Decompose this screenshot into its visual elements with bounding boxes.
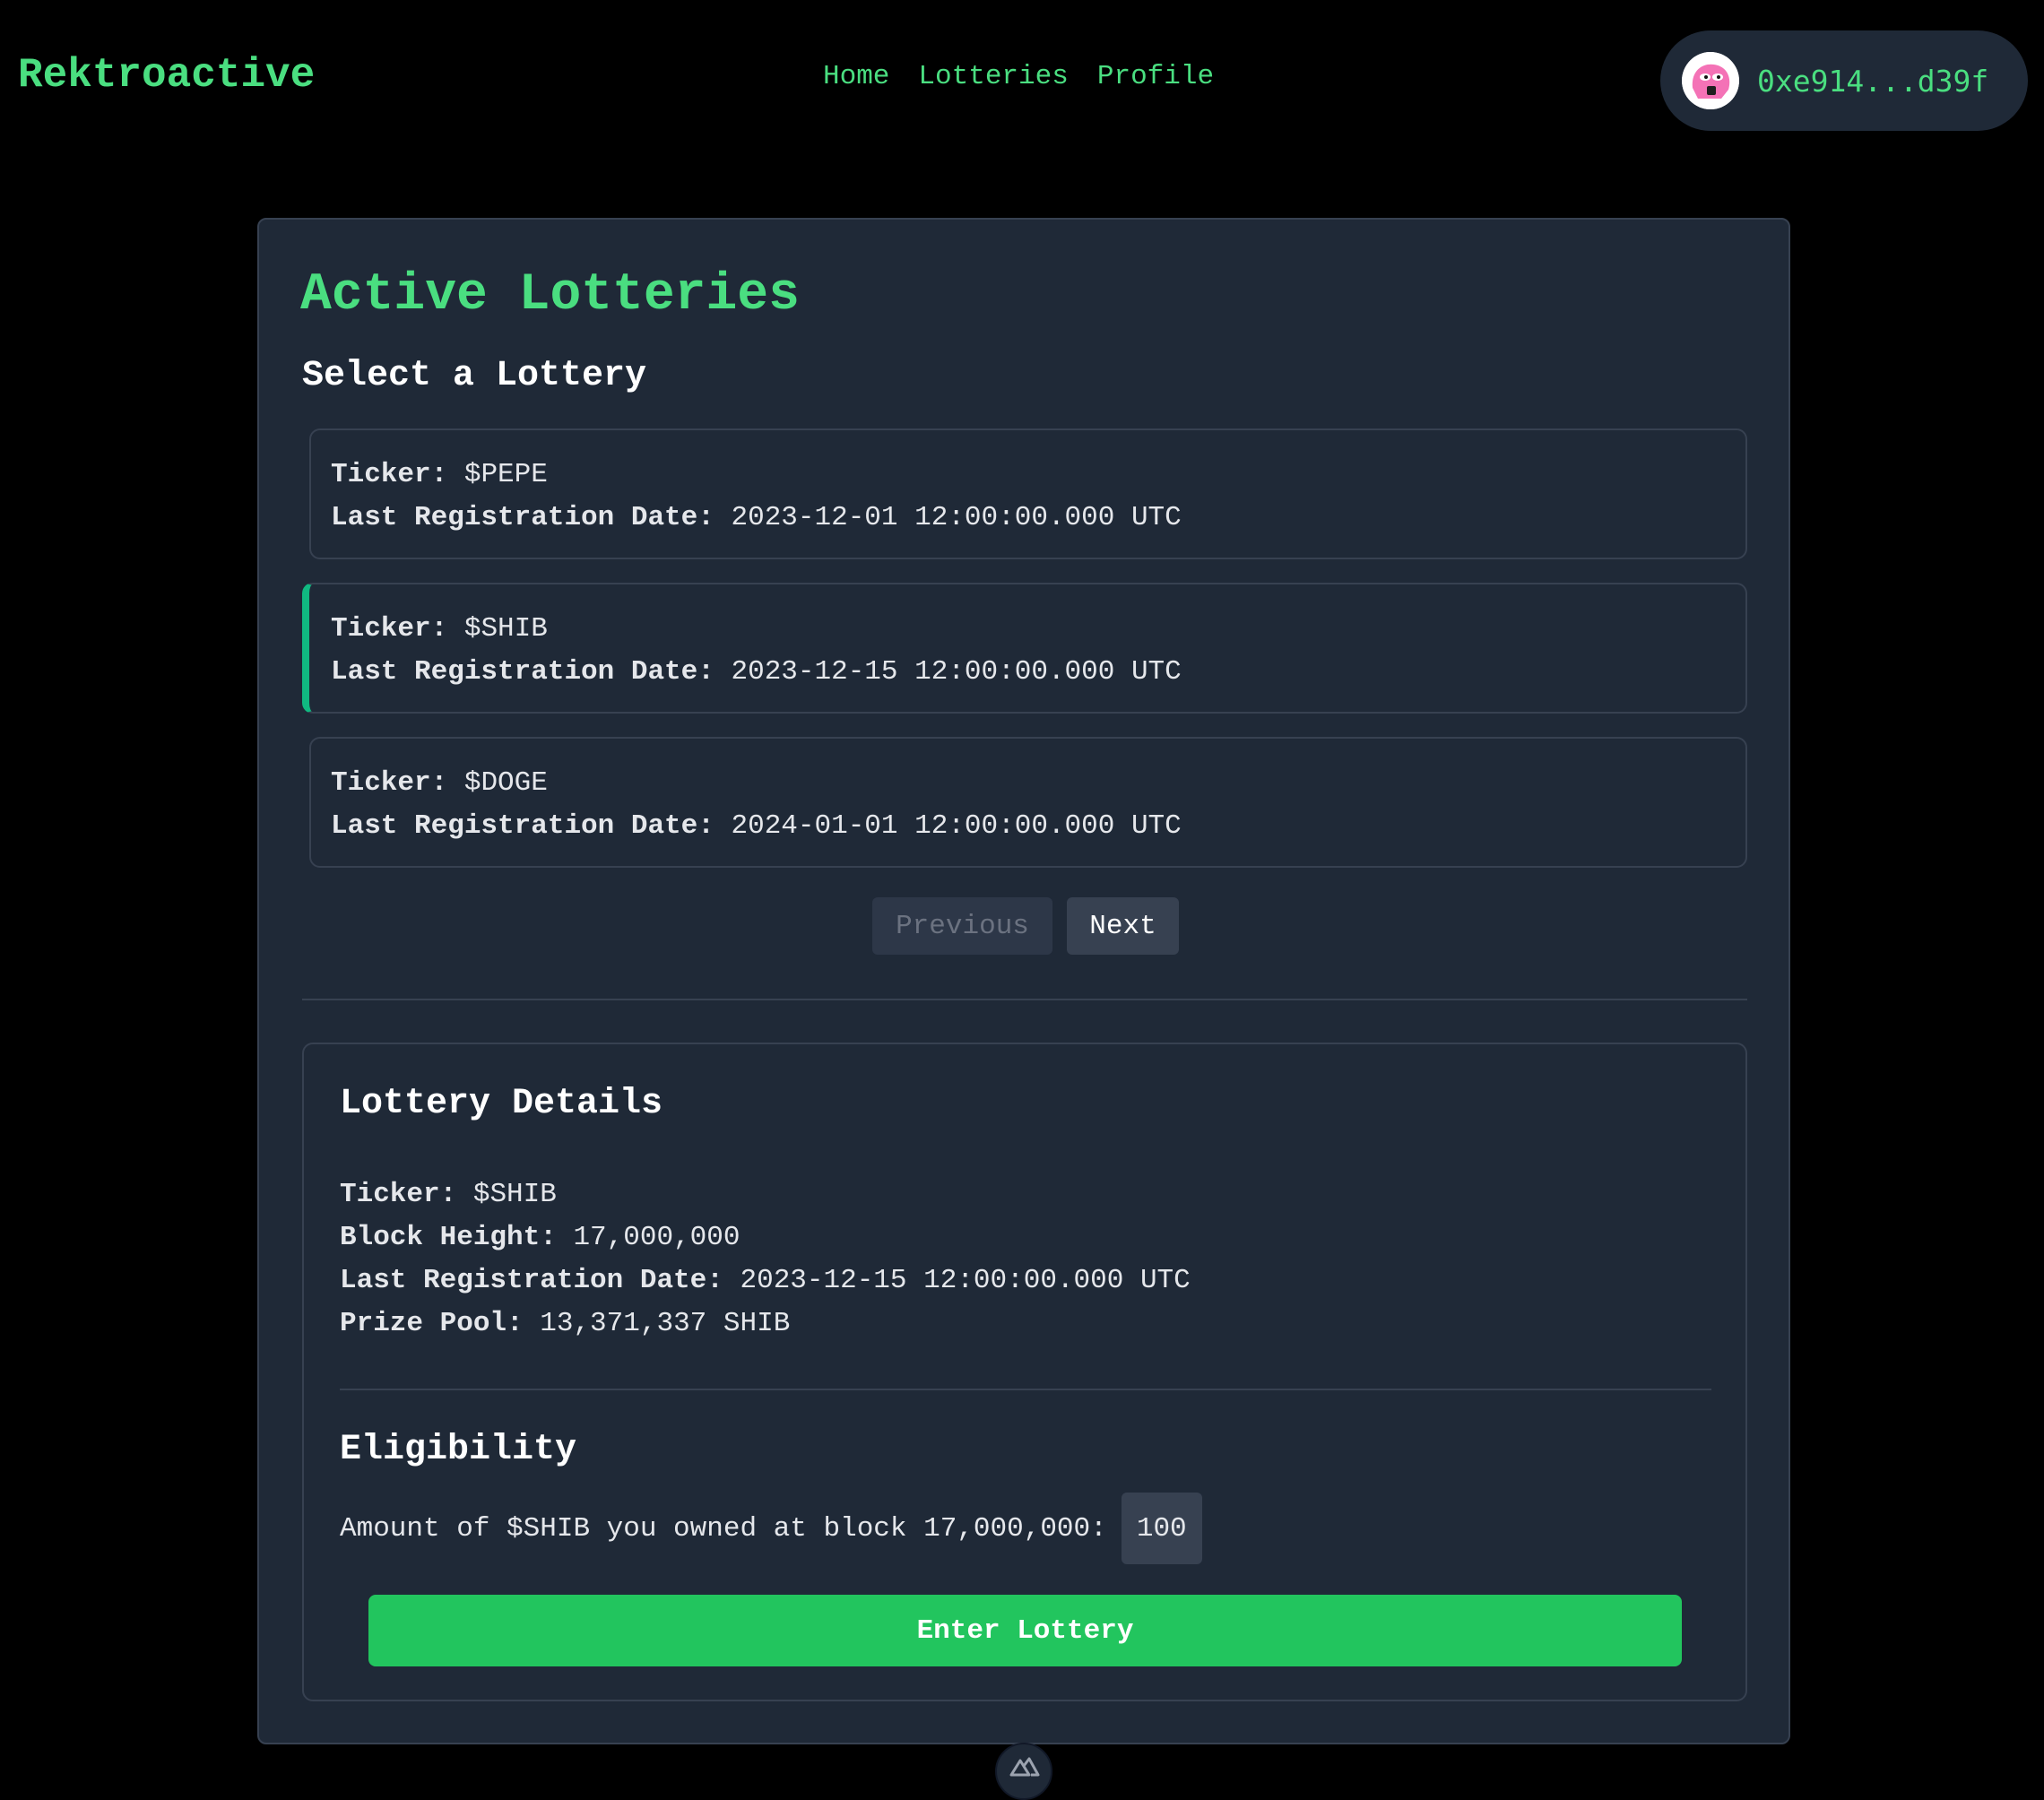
date-label: Last Registration Date: (331, 810, 715, 842)
lottery-item-doge[interactable]: Ticker: $DOGE Last Registration Date: 20… (309, 737, 1747, 868)
lottery-item-shib[interactable]: Ticker: $SHIB Last Registration Date: 20… (302, 583, 1747, 714)
lottery-item-pepe[interactable]: Ticker: $PEPE Last Registration Date: 20… (309, 428, 1747, 559)
eligibility-text: Amount of $SHIB you owned at block 17,00… (340, 1512, 1107, 1545)
details-list: Ticker: $SHIB Block Height: 17,000,000 L… (340, 1173, 1191, 1346)
nav-lotteries[interactable]: Lotteries (918, 61, 1068, 92)
date-value: 2023-12-01 12:00:00.000 UTC (731, 502, 1182, 533)
wallet-button[interactable]: 0xe914...d39f (1660, 30, 2028, 131)
date-label: Last Registration Date: (331, 502, 715, 533)
date-value: 2023-12-15 12:00:00.000 UTC (731, 656, 1182, 688)
pagination: Previous Next (872, 897, 1179, 955)
next-button[interactable]: Next (1067, 897, 1179, 955)
details-title: Lottery Details (340, 1084, 663, 1124)
previous-button[interactable]: Previous (872, 897, 1052, 955)
detail-date-value: 2023-12-15 12:00:00.000 UTC (740, 1265, 1191, 1296)
eligibility-amount: 100 (1121, 1493, 1202, 1564)
ticker-value: $SHIB (463, 613, 548, 645)
detail-ticker-label: Ticker: (340, 1179, 457, 1210)
select-lottery-title: Select a Lottery (302, 356, 647, 396)
date-value: 2024-01-01 12:00:00.000 UTC (731, 810, 1182, 842)
ticker-value: $DOGE (463, 767, 548, 799)
wallet-address: 0xe914...d39f (1757, 63, 1989, 99)
date-label: Last Registration Date: (331, 656, 715, 688)
page-title: Active Lotteries (300, 266, 800, 325)
details-divider (340, 1389, 1711, 1390)
lotteries-card: Active Lotteries Select a Lottery Ticker… (257, 218, 1790, 1744)
logo[interactable]: Rektroactive (18, 52, 315, 99)
pepe-avatar-icon (1682, 52, 1739, 109)
lottery-details-panel: Lottery Details Ticker: $SHIB Block Heig… (302, 1043, 1747, 1701)
ticker-label: Ticker: (331, 613, 448, 645)
detail-prize-value: 13,371,337 SHIB (540, 1308, 791, 1339)
ticker-label: Ticker: (331, 459, 448, 490)
eligibility-title: Eligibility (340, 1430, 577, 1470)
header: Rektroactive Home Lotteries Profile 0xe9… (0, 0, 2044, 161)
eligibility-row: Amount of $SHIB you owned at block 17,00… (340, 1493, 1202, 1564)
ticker-label: Ticker: (331, 767, 448, 799)
detail-ticker-value: $SHIB (472, 1179, 557, 1210)
ticker-value: $PEPE (463, 459, 548, 490)
detail-prize-label: Prize Pool: (340, 1308, 524, 1339)
nuxt-devtools-icon[interactable] (995, 1743, 1052, 1800)
detail-block-label: Block Height: (340, 1222, 557, 1253)
nav-profile[interactable]: Profile (1097, 61, 1214, 92)
divider (302, 999, 1747, 1000)
main-nav: Home Lotteries Profile (823, 61, 1214, 92)
detail-block-value: 17,000,000 (573, 1222, 741, 1253)
nav-home[interactable]: Home (823, 61, 889, 92)
detail-date-label: Last Registration Date: (340, 1265, 723, 1296)
enter-lottery-button[interactable]: Enter Lottery (368, 1595, 1682, 1666)
